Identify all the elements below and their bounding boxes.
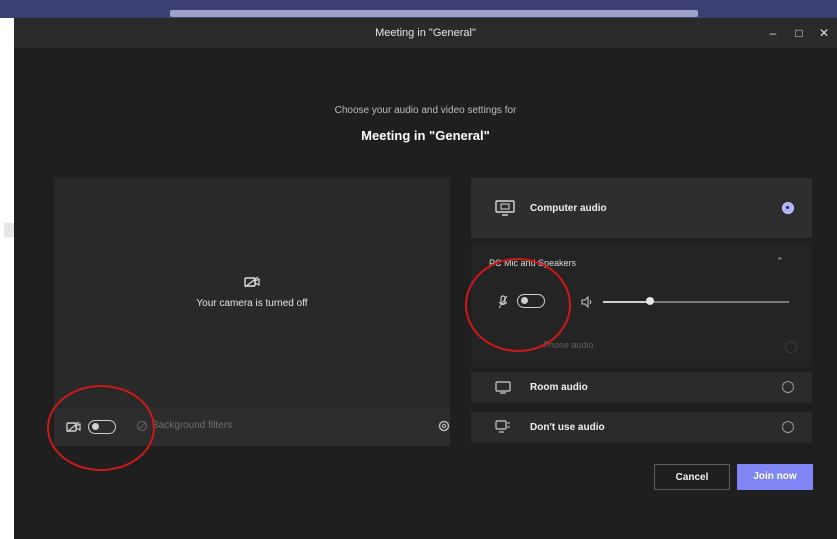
join-now-button[interactable]: Join now [737, 464, 813, 490]
room-audio-icon [495, 381, 511, 394]
room-audio-label: Room audio [530, 382, 588, 393]
computer-audio-label: Computer audio [530, 203, 607, 214]
background-edge [0, 18, 14, 539]
audio-option-computer[interactable]: Computer audio [471, 178, 812, 238]
title-bar: Meeting in "General" – □ ✕ [14, 18, 837, 48]
title-scroll-bar [170, 10, 698, 17]
no-audio-label: Don't use audio [530, 422, 605, 433]
volume-slider-handle[interactable] [645, 297, 654, 305]
meeting-heading: Meeting in "General" [361, 128, 490, 143]
device-settings-icon[interactable] [437, 419, 451, 433]
chevron-up-icon[interactable]: ⌃ [776, 256, 784, 267]
edge-mark [4, 223, 14, 237]
audio-option-room[interactable]: Room audio [471, 372, 812, 403]
computer-audio-icon [495, 200, 515, 216]
speaker-icon [581, 296, 592, 308]
meeting-window: Meeting in "General" – □ ✕ Choose your a… [14, 18, 837, 539]
camera-off-text: Your camera is turned off [196, 298, 308, 309]
annotation-circle-camera [47, 385, 155, 471]
maximize-button[interactable]: □ [786, 18, 812, 48]
camera-off-icon [244, 276, 260, 288]
background-filters-button[interactable]: Background filters [152, 420, 232, 431]
minimize-button[interactable]: – [760, 18, 786, 48]
prompt-subtitle: Choose your audio and video settings for [334, 105, 517, 116]
audio-option-none[interactable]: Don't use audio [471, 412, 812, 443]
computer-audio-radio[interactable] [782, 202, 794, 214]
cancel-button[interactable]: Cancel [654, 464, 730, 490]
close-button[interactable]: ✕ [811, 18, 837, 48]
video-preview: Your camera is turned off [54, 178, 450, 408]
room-audio-radio[interactable] [782, 381, 794, 393]
no-audio-icon [495, 420, 510, 433]
window-title: Meeting in "General" [375, 27, 476, 39]
no-audio-radio[interactable] [782, 421, 794, 433]
phone-audio-radio[interactable] [785, 341, 797, 353]
annotation-circle-microphone [465, 258, 571, 352]
volume-slider[interactable] [603, 297, 789, 305]
volume-slider-fill [603, 301, 650, 303]
